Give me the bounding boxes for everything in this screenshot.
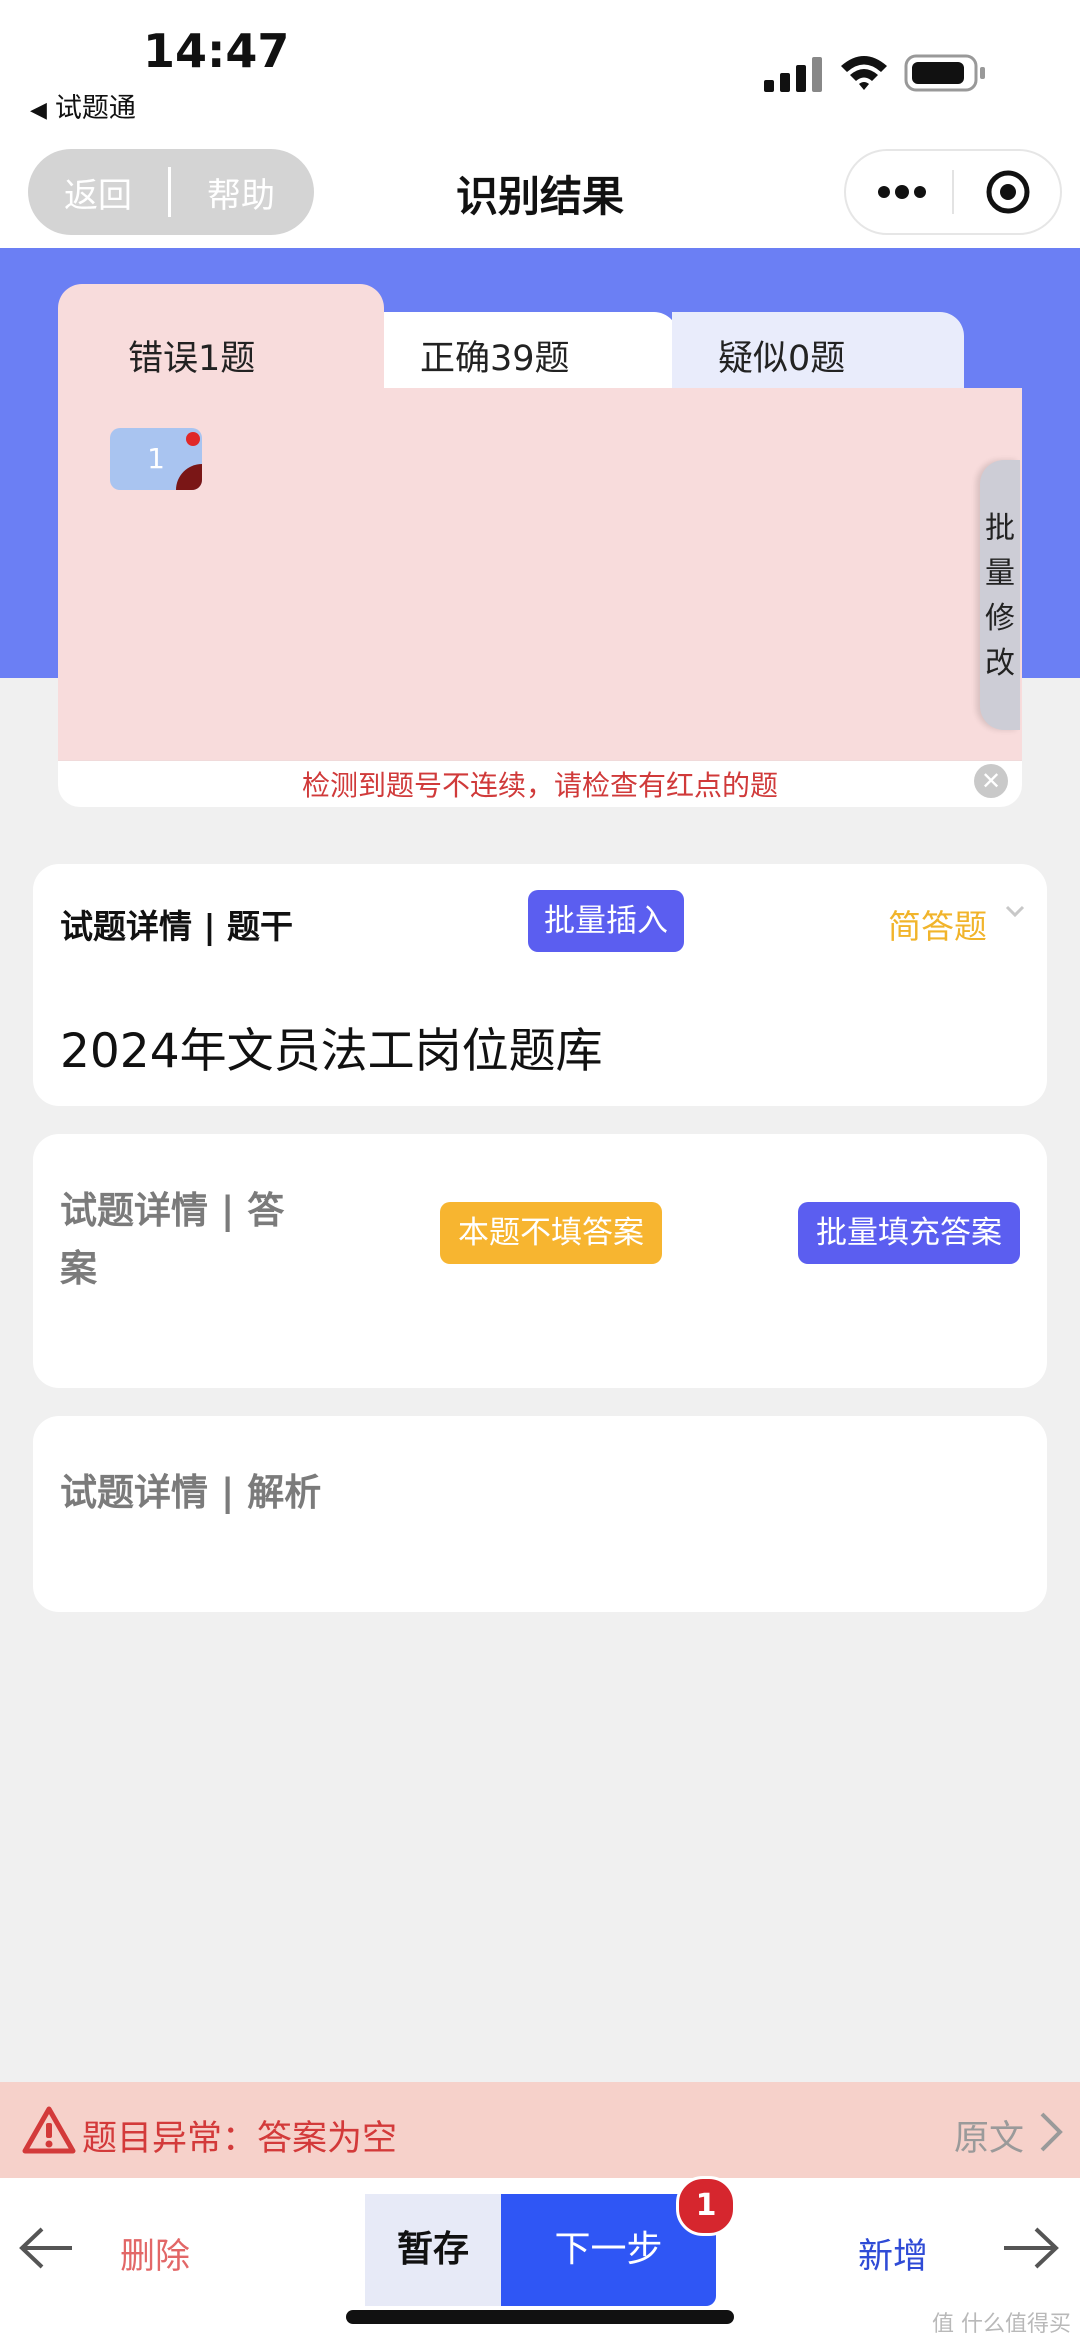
discontinuity-warning: 检测到题号不连续，请检查有红点的题 [301, 769, 778, 802]
warning-triangle-icon [22, 2106, 76, 2154]
batch-fill-answer-button[interactable]: 批量填充答案 [798, 1202, 1020, 1264]
back-to-app-link[interactable]: ◀ 试题通 [30, 86, 136, 125]
watermark: 值 什么值得买 [932, 2312, 1071, 2337]
red-dot-marker [186, 432, 200, 446]
tab-correct-label: 正确39题 [420, 339, 570, 379]
close-mini-program-icon[interactable] [984, 168, 1032, 216]
chevron-right-icon[interactable] [1036, 2108, 1066, 2156]
no-answer-button[interactable]: 本题不填答案 [440, 1202, 662, 1264]
delete-button[interactable]: 删除 [120, 2228, 190, 2279]
tab-error-label: 错误1题 [128, 339, 256, 379]
stem-card-title: 试题详情 | 题干 [60, 907, 294, 946]
capsule-divider [952, 170, 954, 214]
arrow-left-icon[interactable] [18, 2226, 76, 2270]
home-indicator [346, 2310, 734, 2324]
batch-edit-label: 批 量 修 改 [985, 511, 1015, 681]
arrow-right-icon[interactable] [1000, 2226, 1060, 2270]
wifi-icon [841, 56, 887, 90]
question-stem-text[interactable]: 2024年文员法工岗位题库 [60, 1012, 603, 1081]
next-count-badge: 1 [676, 2176, 736, 2236]
batch-insert-button[interactable]: 批量插入 [528, 890, 684, 952]
cellular-signal-icon [764, 57, 822, 92]
analysis-card-title: 试题详情 | 解析 [60, 1471, 322, 1514]
more-dots-icon[interactable] [876, 180, 928, 204]
view-original-button[interactable]: 原文 [954, 2110, 1024, 2161]
status-time: 14:47 [143, 24, 290, 78]
tab-suspect-label: 疑似0题 [718, 339, 846, 379]
close-warning-icon[interactable]: ✕ [974, 764, 1008, 798]
add-button[interactable]: 新增 [858, 2228, 928, 2279]
back-triangle-icon: ◀ [30, 98, 47, 123]
back-app-label: 试题通 [54, 93, 136, 124]
error-question-panel [58, 388, 1022, 806]
question-type-select[interactable]: 简答题 [888, 900, 987, 948]
error-message: 题目异常：答案为空 [82, 2119, 398, 2159]
battery-icon [904, 54, 985, 92]
save-draft-button[interactable]: 暂存 [365, 2194, 501, 2306]
chevron-down-icon[interactable] [1004, 900, 1026, 922]
answer-card-title: 试题详情 | 答案 [60, 1189, 285, 1290]
